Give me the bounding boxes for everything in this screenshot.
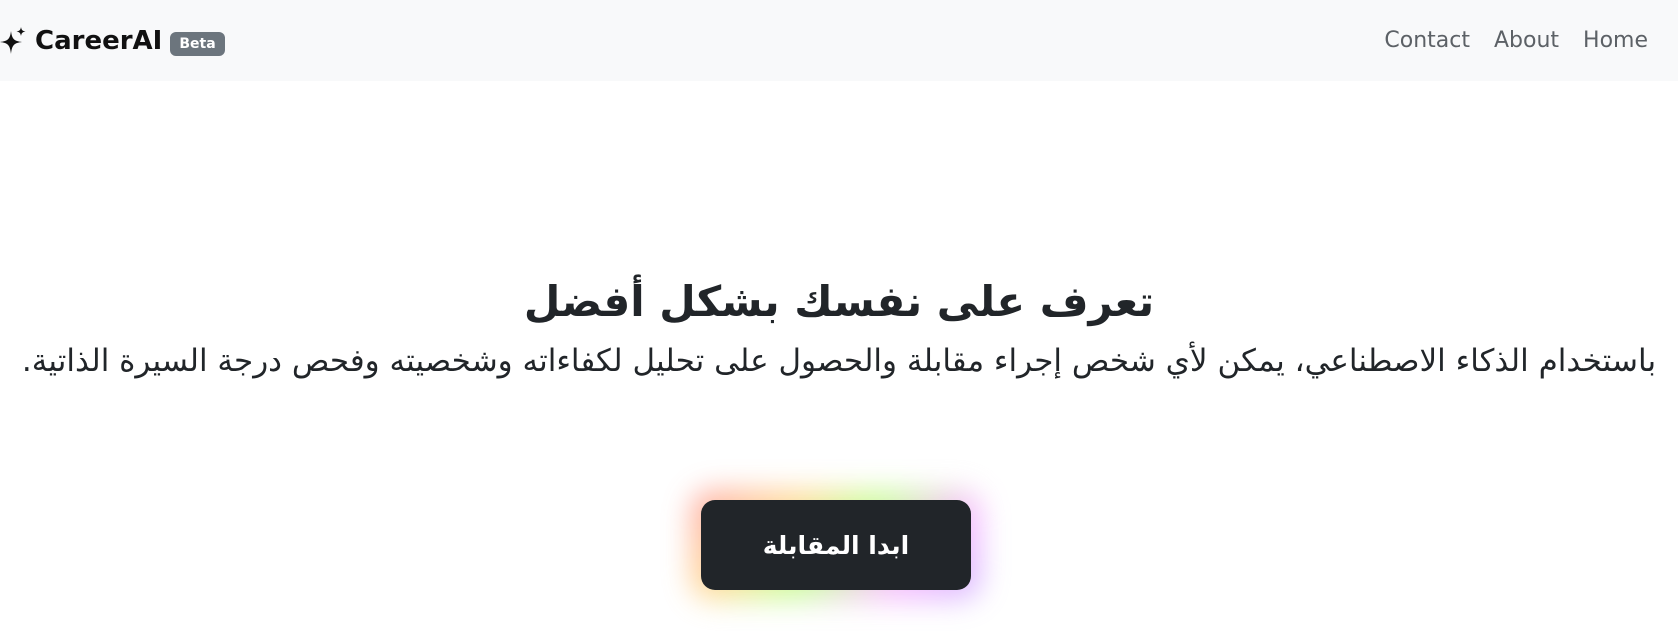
navbar: CareerAI Beta Contact About Home [0,0,1678,81]
hero-section: تعرف على نفسك بشكل أفضل باستخدام الذكاء … [0,270,1678,388]
sparkles-icon [0,26,26,54]
beta-badge: Beta [170,31,225,56]
nav-link-about[interactable]: About [1482,28,1571,53]
brand-name: CareerAI [35,25,163,56]
nav-link-contact[interactable]: Contact [1372,28,1482,53]
hero-subtitle: باستخدام الذكاء الاصطناعي، يمكن لأي شخص … [21,343,1657,379]
brand-link[interactable]: CareerAI Beta [0,0,225,81]
start-interview-button[interactable]: ابدا المقابلة [701,500,971,590]
hero-title: تعرف على نفسك بشكل أفضل [523,277,1155,326]
nav-link-home[interactable]: Home [1571,28,1660,53]
cta-wrapper: ابدا المقابلة [691,490,981,600]
nav-links: Contact About Home [1372,0,1660,81]
